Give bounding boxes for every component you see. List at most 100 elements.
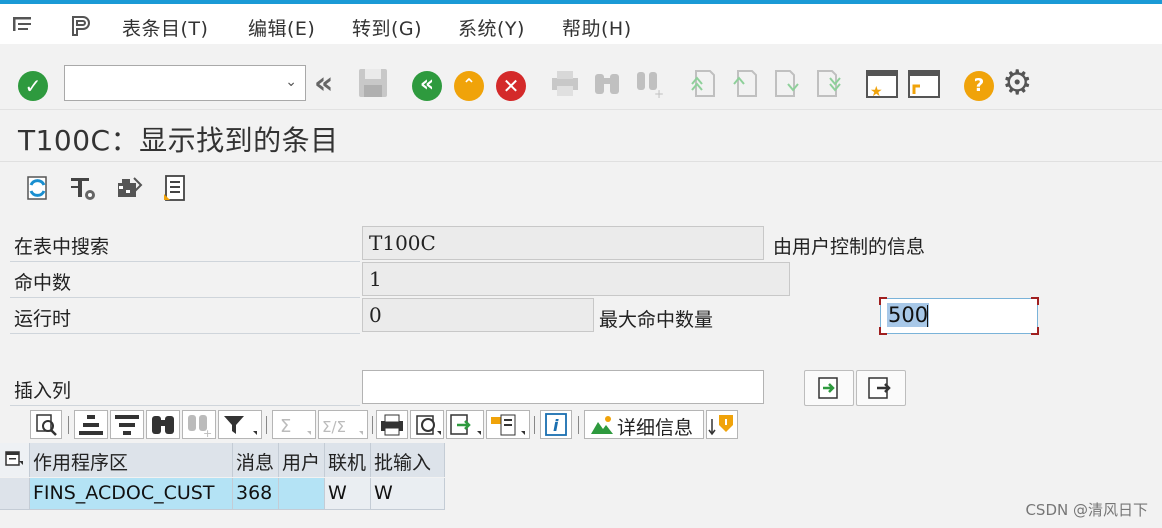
last-page-icon[interactable] (812, 66, 846, 100)
detail-info-button[interactable]: 详细信息 (584, 410, 704, 439)
cancel-icon[interactable]: ✕ (496, 71, 526, 101)
max-hits-value: 500 (887, 303, 930, 327)
find-binoculars-icon[interactable] (590, 66, 624, 100)
search-table-label: 在表中搜索 (14, 236, 110, 258)
refresh-icon[interactable] (22, 173, 52, 203)
search-table-field: T100C (362, 226, 764, 260)
find-button[interactable] (146, 410, 180, 439)
subtotal-button[interactable]: Σ/Σ (318, 410, 368, 439)
total-button[interactable]: Σ (272, 410, 316, 439)
focus-corner (1031, 327, 1039, 335)
chevron-down-icon[interactable]: ⌄ (285, 74, 297, 90)
back-icon[interactable]: « (412, 71, 442, 101)
info-button[interactable]: i (540, 410, 572, 439)
filter-funnel-icon (224, 416, 257, 435)
page-title: T100C：显示找到的条目 (18, 124, 339, 157)
enter-check-icon[interactable]: ✓ (18, 71, 48, 101)
column-header[interactable]: 用户 (279, 443, 325, 477)
hits-field: 1 (362, 262, 790, 296)
insert-column-label: 插入列 (14, 380, 72, 402)
insert-column-button[interactable] (804, 370, 854, 406)
magnifier-icon (36, 414, 57, 436)
focus-corner (1031, 297, 1039, 305)
first-page-icon[interactable] (686, 66, 720, 100)
layout-icon (491, 414, 525, 436)
personalize-icon[interactable] (68, 13, 94, 39)
menu-table-entry[interactable]: 表条目(T) (122, 14, 208, 41)
column-header[interactable]: 作用程序区 (30, 443, 233, 477)
max-hits-input[interactable]: 500 (879, 297, 1039, 335)
document-list-icon[interactable] (160, 173, 190, 203)
help-icon[interactable]: ? (964, 71, 994, 101)
menu-toggle-icon[interactable] (10, 13, 36, 39)
previous-page-icon[interactable] (728, 66, 762, 100)
grid-toolbar: + Σ Σ/Σ i 详细信息 (0, 407, 1162, 443)
table-cell[interactable]: FINS_ACDOC_CUST (30, 478, 233, 510)
toolbar-separator (578, 416, 579, 434)
hits-row: 命中数 (10, 262, 360, 298)
menu-system[interactable]: 系统(Y) (458, 14, 525, 41)
views-button[interactable] (410, 410, 444, 439)
export-button[interactable] (446, 410, 484, 439)
runtime-field: 0 (362, 298, 594, 332)
menu-help[interactable]: 帮助(H) (562, 14, 632, 41)
check-table-icon[interactable] (114, 173, 144, 203)
layout-button[interactable] (486, 410, 530, 439)
sort-ascending-icon (79, 415, 103, 435)
insert-column-row: 插入列 (10, 370, 360, 406)
toolbar-separator (266, 416, 267, 434)
table-settings-icon[interactable] (68, 173, 98, 203)
title-bar: T100C：显示找到的条目 (0, 110, 1162, 162)
sort-ascending-button[interactable] (74, 410, 108, 439)
menu-bar: 表条目(T) 编辑(E) 转到(G) 系统(Y) 帮助(H) (0, 4, 1162, 44)
command-field[interactable]: ⌄ (64, 65, 306, 101)
grid-details-button[interactable] (30, 410, 62, 439)
next-page-icon[interactable] (770, 66, 804, 100)
table-cell[interactable]: W (325, 478, 371, 510)
column-header[interactable]: 联机 (325, 443, 371, 477)
settings-gear-icon[interactable]: ⚙ (1002, 66, 1032, 100)
sort-descending-icon (115, 415, 139, 435)
table-cell[interactable]: 368 (233, 478, 279, 510)
download-button[interactable] (706, 410, 738, 439)
svg-text:Σ/Σ: Σ/Σ (322, 418, 346, 436)
svg-text:i: i (553, 416, 559, 435)
detail-info-label: 详细信息 (617, 417, 694, 439)
find-next-icon[interactable]: + (632, 66, 666, 100)
table-cell[interactable] (279, 478, 325, 510)
filter-button[interactable] (218, 410, 262, 439)
find-next-button[interactable]: + (182, 410, 216, 440)
insert-column-input[interactable] (362, 370, 764, 404)
create-shortcut-icon[interactable] (906, 66, 942, 100)
subtotal-icon: Σ/Σ (322, 418, 363, 436)
append-arrow-icon (868, 377, 891, 399)
watermark: CSDN @清风日下 (1025, 501, 1148, 519)
print-preview-button[interactable] (376, 410, 408, 439)
column-header[interactable]: 消息 (233, 443, 279, 477)
sum-icon: Σ (280, 416, 311, 437)
system-toolbar: ✓ ⌄ « « ⌃ ✕ + ★ ? ⚙ (0, 44, 1162, 110)
menu-goto[interactable]: 转到(G) (352, 14, 422, 41)
svg-text:★: ★ (870, 84, 883, 100)
exit-icon[interactable]: ⌃ (454, 71, 484, 101)
toolbar-separator (68, 416, 69, 434)
column-header[interactable]: 批输入 (371, 443, 445, 477)
save-icon[interactable] (356, 66, 390, 100)
layout-table-icon (5, 451, 23, 466)
create-session-icon[interactable]: ★ (864, 66, 900, 100)
runtime-row: 运行时 (10, 298, 360, 334)
select-all-cell[interactable] (0, 443, 30, 477)
toolbar-separator (372, 416, 373, 434)
focus-corner (879, 327, 887, 335)
row-selector[interactable] (0, 478, 30, 510)
collapse-arrows-icon[interactable]: « (314, 66, 333, 101)
menu-edit[interactable]: 编辑(E) (248, 14, 315, 41)
svg-text:+: + (203, 427, 212, 438)
application-toolbar (0, 162, 1162, 214)
table-cell[interactable]: W (371, 478, 445, 510)
insert-arrow-icon (818, 377, 838, 399)
sort-descending-button[interactable] (110, 410, 144, 439)
hits-label: 命中数 (14, 272, 72, 294)
append-column-button[interactable] (856, 370, 906, 406)
print-icon[interactable] (548, 66, 582, 100)
